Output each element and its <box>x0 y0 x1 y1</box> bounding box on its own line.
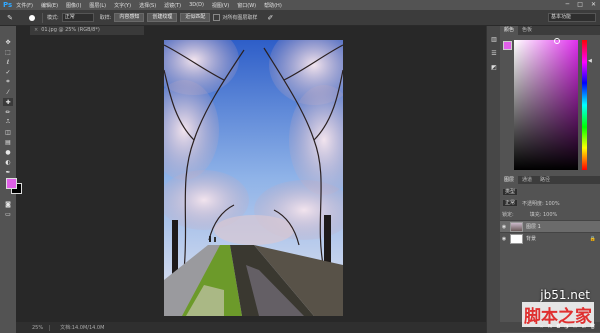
lock-row: 锁定: 填充: 100% <box>502 210 598 218</box>
layer-row[interactable]: ◉ 图层 1 <box>500 220 600 232</box>
tools-panel: ✥ ⬚ ℓ ✓ ⌗ ⁄ ✚ ✏ ⎍ ◫ ▤ ● ◐ ✒ ◙ ▭ <box>0 26 22 333</box>
menu-bar: Ps 文件(F) 编辑(E) 图像(I) 图层(L) 文字(Y) 选择(S) 滤… <box>0 0 600 10</box>
close-button[interactable]: ✕ <box>591 1 596 8</box>
menu-edit[interactable]: 编辑(E) <box>41 2 58 9</box>
brush-preset-picker[interactable] <box>29 14 35 21</box>
sample-all-layers-checkbox[interactable] <box>213 14 221 21</box>
lock-icon: 🔒 <box>589 235 596 242</box>
blend-mode-select[interactable]: 正常 <box>502 199 519 207</box>
workspace-select[interactable]: 基本功能 <box>548 13 596 22</box>
adjustments-icon[interactable]: ◩ <box>490 64 498 71</box>
divider <box>42 12 43 23</box>
close-tab-icon[interactable]: × <box>34 27 38 33</box>
mode-label: 模式: <box>47 15 59 21</box>
menu-window[interactable]: 窗口(W) <box>237 2 256 9</box>
menu-image[interactable]: 图像(I) <box>66 2 81 9</box>
layer-thumbnail <box>510 233 523 244</box>
menu-filter[interactable]: 滤镜(T) <box>164 2 181 9</box>
lasso-tool-icon[interactable]: ℓ <box>3 58 13 66</box>
marquee-tool-icon[interactable]: ⬚ <box>3 48 13 56</box>
sample-label: 取样: <box>99 15 112 21</box>
visibility-eye-icon[interactable]: ◉ <box>500 224 508 230</box>
brush-tool-icon[interactable]: ✏ <box>3 108 13 116</box>
layer-kind-select[interactable]: 类型 <box>502 188 519 196</box>
canvas-image[interactable] <box>164 40 343 316</box>
content-aware-button[interactable]: 内容感知 <box>114 13 145 22</box>
status-bar: 25% 文档:14.0M/14.0M <box>16 322 500 333</box>
menu-select[interactable]: 选择(S) <box>139 2 156 9</box>
layer-filter-row: 类型 <box>502 188 598 196</box>
sample-all-layers-label: 对所有图层取样 <box>222 15 258 21</box>
watermark-url: jb51.net <box>540 288 590 302</box>
layer-thumbnail <box>510 221 523 232</box>
minimize-button[interactable]: ─ <box>566 1 570 8</box>
document-info: 文档:14.0M/14.0M <box>60 325 105 331</box>
history-icon[interactable]: ▥ <box>490 36 498 43</box>
watermark-text: 脚本之家 <box>522 302 594 327</box>
hue-slider[interactable] <box>582 40 587 170</box>
properties-icon[interactable]: ☰ <box>490 50 498 57</box>
tab-color[interactable]: 颜色 <box>500 26 519 35</box>
menu-3d[interactable]: 3D(D) <box>189 2 204 8</box>
opacity-control[interactable]: 不透明度: 100% <box>522 200 560 207</box>
clone-stamp-tool-icon[interactable]: ⎍ <box>3 118 13 126</box>
layer-name[interactable]: 背景 <box>526 235 536 242</box>
proximity-match-button[interactable]: 近似匹配 <box>180 13 211 22</box>
app-logo: Ps <box>3 1 13 9</box>
mode-select[interactable]: 正常 <box>61 13 94 22</box>
menu-type[interactable]: 文字(Y) <box>114 2 131 9</box>
visibility-eye-icon[interactable]: ◉ <box>500 236 508 242</box>
site-watermark: jb51.net 脚本之家 <box>466 286 600 333</box>
color-panel-tabs: 颜色 色板 <box>500 26 600 35</box>
gradient-tool-icon[interactable]: ▤ <box>3 138 13 146</box>
color-picker-ring-icon[interactable] <box>554 38 560 44</box>
menu-help[interactable]: 帮助(H) <box>264 2 282 9</box>
pressure-size-icon[interactable]: ✐ <box>263 13 277 23</box>
blend-row: 正常 不透明度: 100% <box>502 199 598 207</box>
crop-tool-icon[interactable]: ⌗ <box>3 78 13 86</box>
foreground-color-swatch[interactable] <box>6 178 17 189</box>
panel-foreground-swatch[interactable] <box>503 41 512 50</box>
eraser-tool-icon[interactable]: ◫ <box>3 128 13 136</box>
window-controls: ─ □ ✕ <box>566 1 596 8</box>
healing-brush-tool-icon[interactable]: ✚ <box>3 98 13 106</box>
menu-view[interactable]: 视图(V) <box>212 2 229 9</box>
eyedropper-tool-icon[interactable]: ⁄ <box>3 88 13 96</box>
dodge-tool-icon[interactable]: ◐ <box>3 158 13 166</box>
lock-label: 锁定: <box>502 211 514 218</box>
move-tool-icon[interactable]: ✥ <box>3 38 13 46</box>
layer-row[interactable]: ◉ 背景 🔒 <box>500 232 600 244</box>
create-texture-button[interactable]: 创建纹理 <box>147 13 178 22</box>
zoom-level[interactable]: 25% <box>32 324 51 331</box>
quick-select-tool-icon[interactable]: ✓ <box>3 68 13 76</box>
document-tab[interactable]: × 01.jpg @ 25% (RGB/8*) <box>30 26 144 35</box>
hue-slider-handle-icon[interactable]: ◀ <box>588 58 592 64</box>
pen-tool-icon[interactable]: ✒ <box>3 168 13 176</box>
menu-file[interactable]: 文件(F) <box>16 2 33 9</box>
fill-control[interactable]: 填充: 100% <box>530 211 558 218</box>
quick-mask-icon[interactable]: ◙ <box>3 200 13 208</box>
blur-tool-icon[interactable]: ● <box>3 148 13 156</box>
document-title: 01.jpg @ 25% (RGB/8*) <box>41 27 100 33</box>
options-bar: ✎ 模式: 正常 取样: 内容感知 创建纹理 近似匹配 对所有图层取样 ✐ 基本… <box>0 10 600 26</box>
layer-name[interactable]: 图层 1 <box>526 223 541 230</box>
patch-tool-icon[interactable]: ✎ <box>3 13 17 23</box>
menu-layer[interactable]: 图层(L) <box>89 2 106 9</box>
color-field[interactable] <box>514 40 578 170</box>
maximize-button[interactable]: □ <box>577 1 583 8</box>
cherry-blossom-photo <box>164 40 343 316</box>
screen-mode-icon[interactable]: ▭ <box>3 210 13 218</box>
tab-swatches[interactable]: 色板 <box>518 26 536 35</box>
